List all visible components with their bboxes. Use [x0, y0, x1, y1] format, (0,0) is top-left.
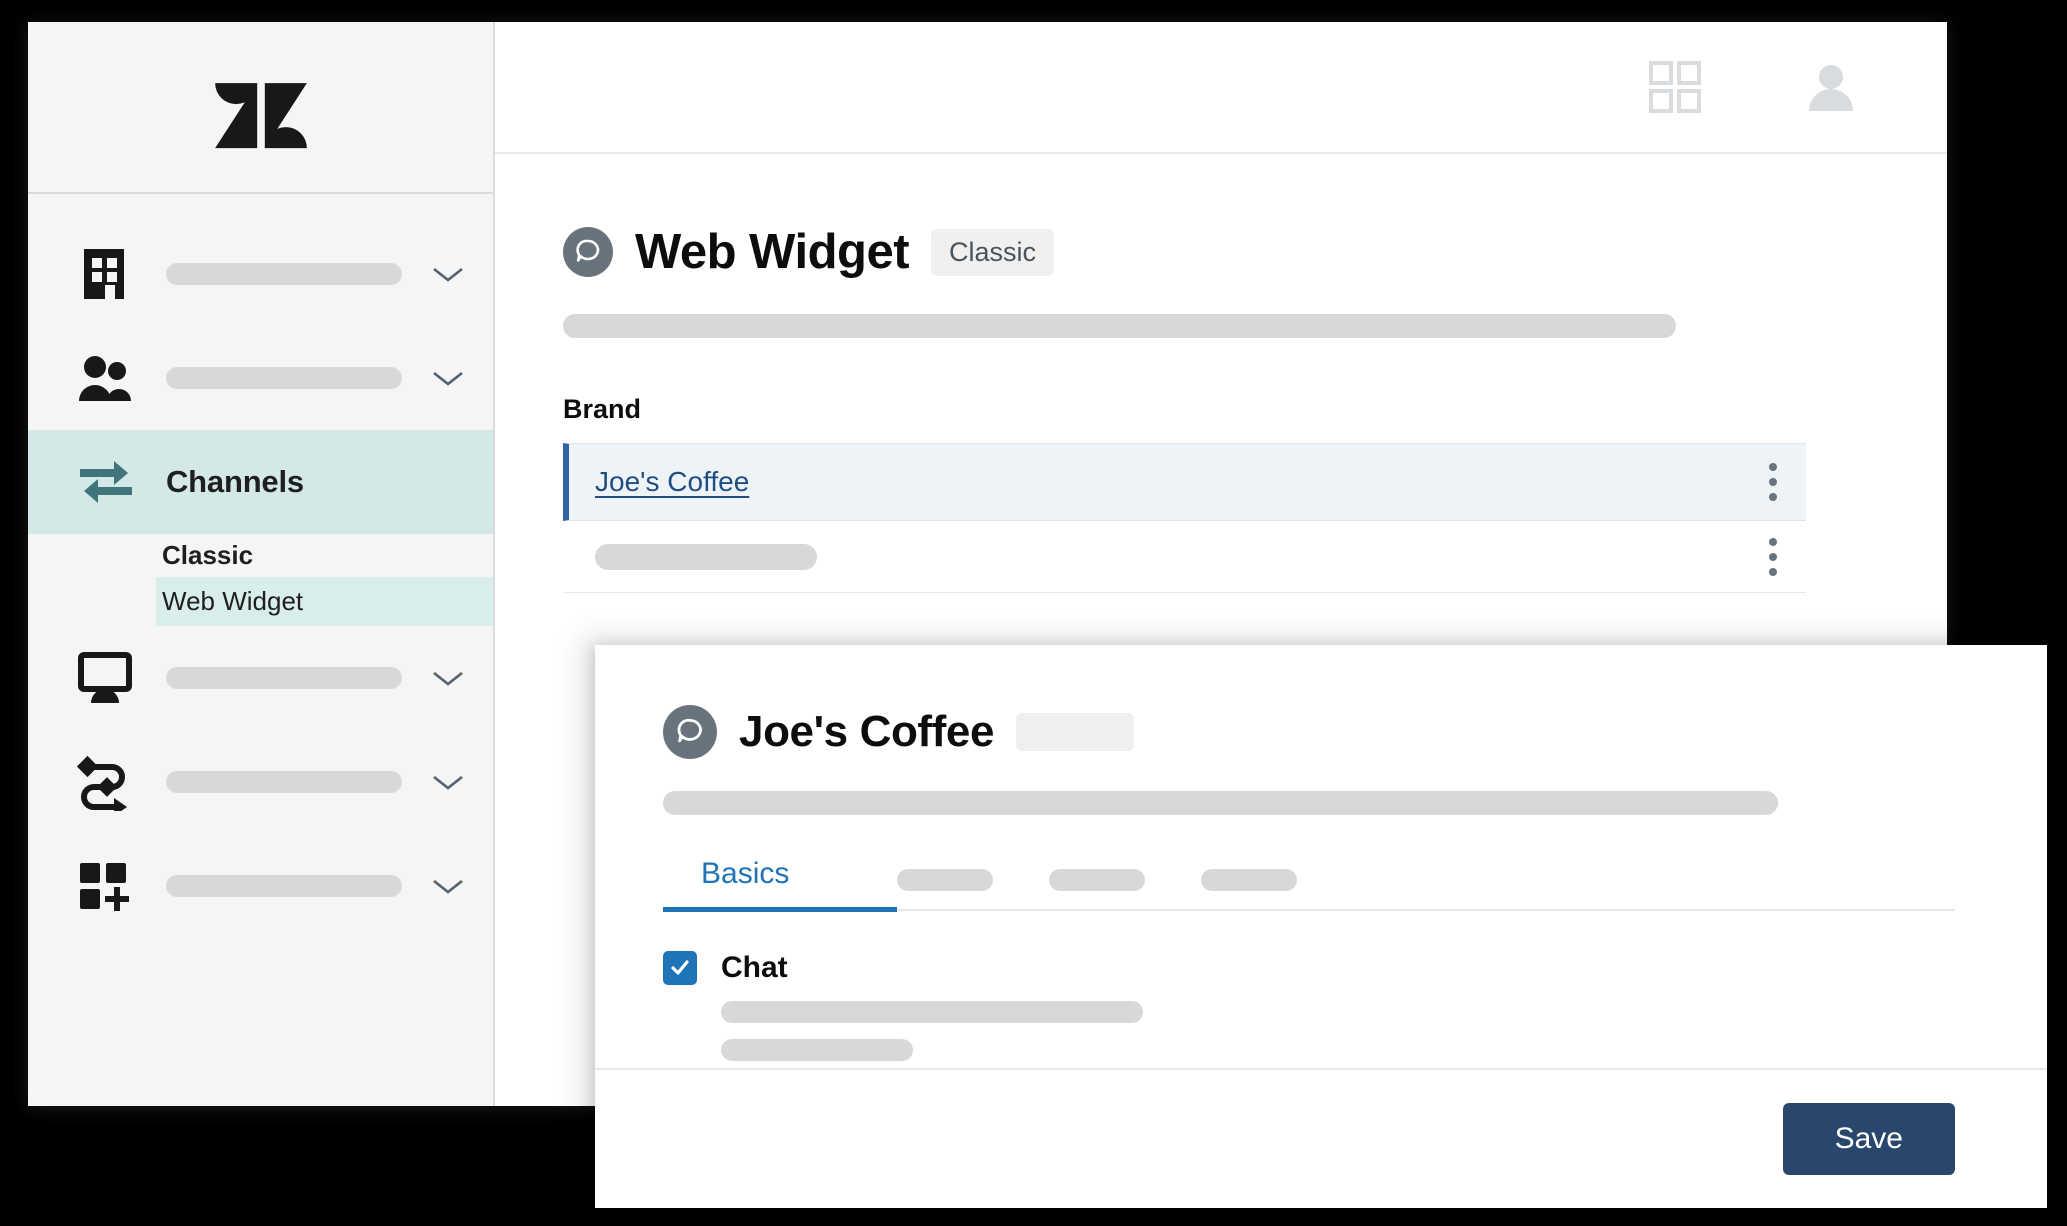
brand-settings-modal: Joe's Coffee Basics Chat Save [595, 645, 2047, 1208]
channels-arrows-icon [76, 453, 142, 511]
chevron-down-icon[interactable] [431, 668, 465, 688]
building-icon [76, 245, 142, 303]
sidebar-item-channels[interactable]: Channels [28, 430, 493, 534]
tab-basics[interactable]: Basics [663, 857, 898, 912]
kebab-menu-icon[interactable] [1768, 537, 1778, 576]
page-title-badge: Classic [931, 228, 1055, 276]
chevron-down-icon[interactable] [431, 264, 465, 284]
sidebar-item-web-widget[interactable]: Web Widget [156, 577, 493, 626]
modal-title-row: Joe's Coffee [663, 705, 2047, 759]
sidebar-item-1[interactable] [28, 326, 493, 430]
chat-checkbox-label: Chat [721, 951, 788, 984]
brand-section-label: Brand [563, 394, 642, 424]
screen-root: Channels Classic Web Widget Web Widget C… [0, 0, 2067, 1226]
chat-bubble-icon [563, 227, 613, 277]
modal-title: Joe's Coffee [739, 707, 995, 756]
modal-title-badge-placeholder [1016, 713, 1135, 751]
apps-add-icon [76, 857, 142, 915]
table-row[interactable] [563, 521, 1806, 593]
modal-body: Joe's Coffee Basics Chat [595, 645, 2047, 1068]
sidebar-item-3-label-placeholder [166, 667, 402, 689]
page-subtitle-placeholder [563, 314, 1676, 338]
sidebar-item-5-label-placeholder [166, 875, 402, 897]
sidebar-subgroup-classic: Classic [162, 540, 254, 570]
sidebar-item-0-label-placeholder [166, 263, 402, 285]
chat-bubble-icon [663, 705, 717, 759]
brand-name-placeholder [595, 543, 817, 570]
table-row[interactable]: Joe's Coffee [563, 443, 1806, 521]
zendesk-logo [214, 83, 307, 149]
modal-tabs: Basics [663, 857, 1955, 912]
modal-footer: Save [595, 1068, 2047, 1208]
checkmark-icon [671, 960, 689, 975]
sidebar-item-0[interactable] [28, 222, 493, 326]
save-button[interactable]: Save [1782, 1103, 1955, 1175]
brand-table: Joe's Coffee [563, 443, 1806, 593]
modal-subtitle-placeholder [663, 791, 1778, 815]
page-title: Web Widget [635, 225, 910, 279]
monitor-icon [76, 649, 142, 707]
chat-description-placeholder-1 [721, 1001, 1143, 1023]
chevron-down-icon[interactable] [431, 772, 465, 792]
kebab-menu-icon[interactable] [1768, 463, 1778, 501]
tab-placeholder-1[interactable] [897, 869, 994, 891]
page-body: Web Widget Classic Brand Joe's Coffee [495, 154, 1947, 593]
tab-placeholder-3[interactable] [1201, 869, 1298, 891]
chat-checkbox[interactable] [663, 951, 697, 985]
sidebar-item-3[interactable] [28, 626, 493, 730]
sidebar-item-5[interactable] [28, 834, 493, 938]
page-title-row: Web Widget Classic [563, 224, 1947, 280]
brand-link-joes-coffee[interactable]: Joe's Coffee [595, 466, 749, 498]
sidebar-item-1-label-placeholder [166, 367, 402, 389]
top-bar [495, 22, 1947, 154]
chat-checkbox-row[interactable]: Chat [663, 951, 2047, 985]
grid-icon[interactable] [1647, 59, 1703, 115]
chevron-down-icon[interactable] [431, 368, 465, 388]
sidebar-item-4-label-placeholder [166, 771, 402, 793]
sidebar-logo-header [28, 22, 493, 194]
chat-description-placeholder-2 [721, 1039, 913, 1061]
people-icon [76, 349, 142, 407]
sidebar-item-4[interactable] [28, 730, 493, 834]
sidebar: Channels Classic Web Widget [28, 22, 495, 1106]
chevron-down-icon[interactable] [431, 876, 465, 896]
user-avatar-icon[interactable] [1803, 59, 1859, 115]
workflow-icon [76, 753, 142, 811]
sidebar-item-channels-label: Channels [166, 464, 304, 499]
tab-placeholder-2[interactable] [1049, 869, 1146, 891]
sidebar-nav: Channels Classic Web Widget [28, 194, 493, 1106]
